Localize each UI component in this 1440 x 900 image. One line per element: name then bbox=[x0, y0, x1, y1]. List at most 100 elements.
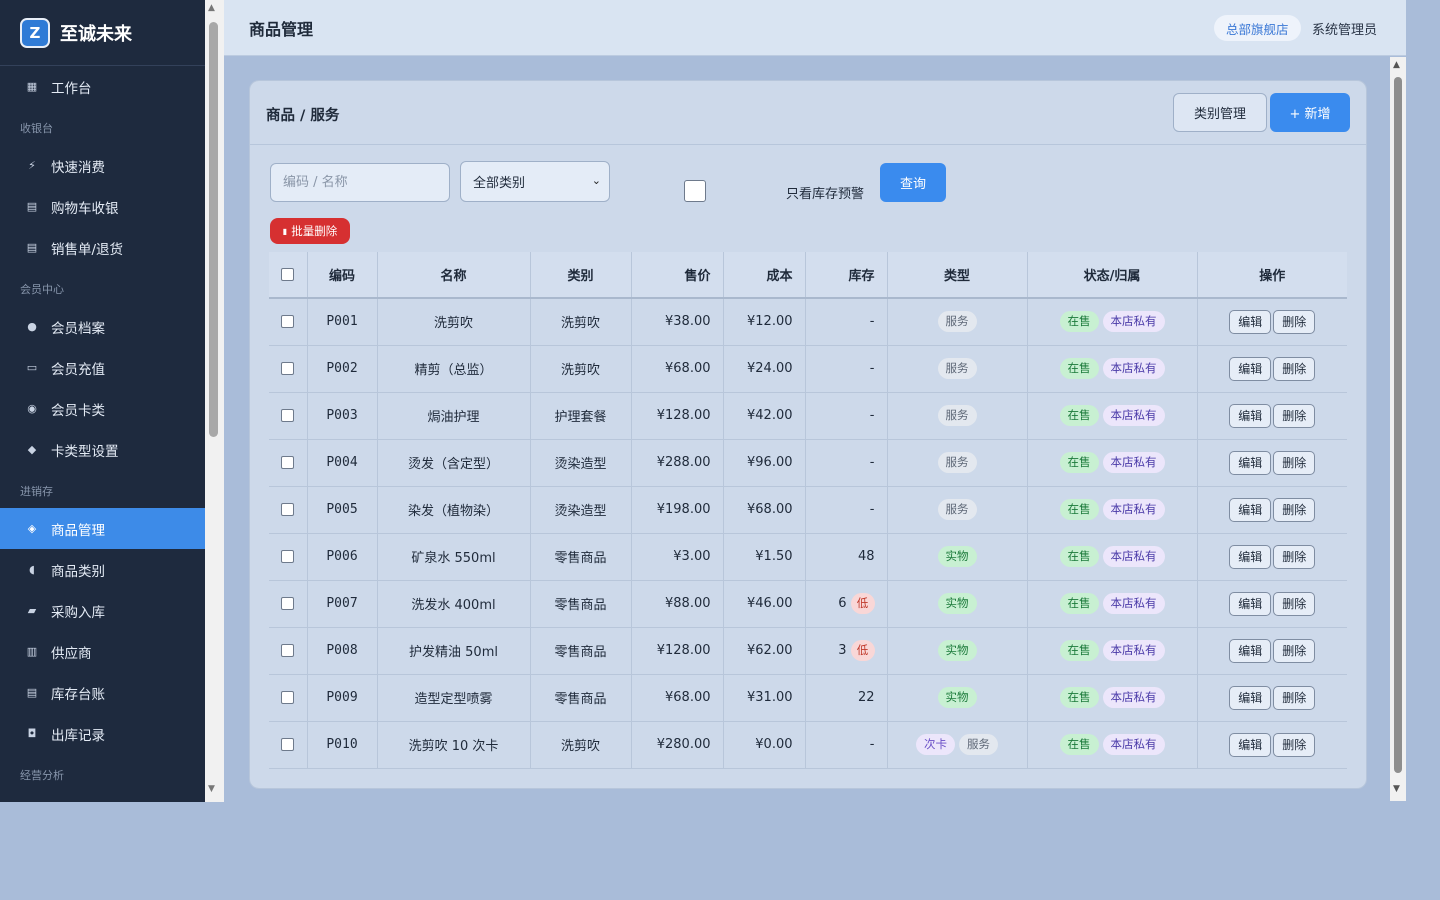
store-chip[interactable]: 总部旗舰店 bbox=[1214, 15, 1301, 41]
main-scroll-thumb[interactable] bbox=[1394, 77, 1402, 773]
cell-cost: ¥96.00 bbox=[723, 439, 806, 487]
select-all-checkbox[interactable] bbox=[281, 268, 295, 281]
row-checkbox[interactable] bbox=[281, 315, 295, 329]
sidebar-item[interactable]: ◖ 商品类别 bbox=[0, 549, 205, 590]
sidebar-item[interactable]: ▦ 工作台 bbox=[0, 66, 205, 107]
cell-status: 在售 本店私有 bbox=[1027, 392, 1198, 440]
row-checkbox[interactable] bbox=[281, 550, 295, 563]
delete-button[interactable]: 删除 bbox=[1273, 685, 1316, 710]
sidebar-item-label: 商品类别 bbox=[51, 563, 105, 580]
cell-code: P008 bbox=[307, 627, 378, 675]
cell-price: ¥128.00 bbox=[631, 392, 724, 440]
main-scrollbar[interactable]: ▲ ▼ bbox=[1390, 57, 1406, 801]
search-input[interactable] bbox=[270, 163, 450, 202]
query-button[interactable]: 查询 bbox=[880, 163, 946, 202]
category-manage-button[interactable]: 类别管理 bbox=[1173, 93, 1267, 132]
row-select-cell bbox=[269, 345, 308, 393]
cell-actions: 编辑 删除 bbox=[1197, 627, 1347, 675]
edit-button[interactable]: 编辑 bbox=[1229, 544, 1272, 569]
delete-button[interactable]: 删除 bbox=[1273, 356, 1316, 381]
sidebar-item[interactable]: ▥ 供应商 bbox=[0, 631, 205, 672]
col-header-price: 售价 bbox=[631, 252, 724, 299]
scroll-up-arrow-icon[interactable]: ▲ bbox=[208, 3, 215, 13]
sidebar-item[interactable]: ◉ 会员卡类 bbox=[0, 388, 205, 429]
edit-button[interactable]: 编辑 bbox=[1229, 591, 1272, 616]
sidebar-item[interactable]: ▰ 采购入库 bbox=[0, 590, 205, 631]
sidebar-scroll-thumb[interactable] bbox=[209, 22, 218, 437]
edit-button[interactable]: 编辑 bbox=[1229, 403, 1272, 428]
sidebar-group-title: 会员中心 bbox=[20, 283, 64, 296]
brand-logo: Z bbox=[20, 17, 50, 48]
category-select[interactable]: 全部类别 ⌄ bbox=[460, 161, 610, 202]
chevron-down-icon: ⌄ bbox=[591, 174, 601, 187]
row-checkbox[interactable] bbox=[281, 644, 295, 657]
sidebar-item[interactable]: ▤ 销售单/退货 bbox=[0, 227, 205, 268]
delete-button[interactable]: 删除 bbox=[1273, 638, 1316, 663]
cell-actions: 编辑 删除 bbox=[1197, 580, 1347, 628]
scroll-up-arrow-icon[interactable]: ▲ bbox=[1393, 60, 1400, 70]
delete-button[interactable]: 删除 bbox=[1273, 732, 1316, 757]
cell-code: P003 bbox=[307, 392, 378, 440]
edit-button[interactable]: 编辑 bbox=[1229, 309, 1272, 334]
delete-button[interactable]: 删除 bbox=[1273, 450, 1316, 475]
type-badge: 服务 bbox=[937, 452, 977, 473]
row-checkbox[interactable] bbox=[281, 503, 295, 516]
delete-button[interactable]: 删除 bbox=[1273, 544, 1316, 569]
scroll-down-arrow-icon[interactable]: ▼ bbox=[1393, 784, 1400, 794]
table-row: P003 焗油护理 护理套餐 ¥128.00 ¥42.00- 服务 在售 本店私有 编辑 删除 bbox=[269, 392, 1347, 440]
sidebar-item[interactable]: ▭ 会员充值 bbox=[0, 347, 205, 388]
cell-type: 服务 bbox=[887, 486, 1028, 534]
row-checkbox[interactable] bbox=[281, 738, 295, 751]
row-checkbox[interactable] bbox=[281, 362, 295, 375]
cell-category: 零售商品 bbox=[530, 533, 632, 581]
cell-type: 实物 bbox=[887, 533, 1028, 581]
sidebar-item[interactable]: ◘ 出库记录 bbox=[0, 713, 205, 754]
edit-button[interactable]: 编辑 bbox=[1229, 497, 1272, 522]
delete-button[interactable]: 删除 bbox=[1273, 497, 1316, 522]
type-badge: 服务 bbox=[959, 734, 998, 755]
cell-cost: ¥68.00 bbox=[723, 486, 806, 534]
sidebar-item[interactable]: ◈ 商品管理 bbox=[0, 508, 205, 549]
scroll-down-arrow-icon[interactable]: ▼ bbox=[208, 784, 215, 794]
cell-price: ¥128.00 bbox=[631, 627, 724, 675]
row-checkbox[interactable] bbox=[281, 456, 295, 469]
edit-button[interactable]: 编辑 bbox=[1229, 356, 1272, 381]
truck-icon: ▰ bbox=[27, 604, 37, 617]
medal-icon: ◉ bbox=[27, 402, 37, 415]
bulk-delete-button[interactable]: ▮ 批量删除 bbox=[270, 218, 350, 244]
cell-price: ¥198.00 bbox=[631, 486, 724, 534]
stock-warning-checkbox[interactable] bbox=[684, 180, 706, 202]
user-name[interactable]: 系统管理员 bbox=[1312, 19, 1377, 38]
cell-cost: ¥31.00 bbox=[723, 674, 806, 722]
edit-button[interactable]: 编辑 bbox=[1229, 450, 1272, 475]
edit-button[interactable]: 编辑 bbox=[1229, 638, 1272, 663]
sidebar-item[interactable]: ● 会员档案 bbox=[0, 306, 205, 347]
add-product-button[interactable]: + 新增 bbox=[1270, 93, 1350, 132]
cell-code: P006 bbox=[307, 533, 378, 581]
receipt-icon: ▤ bbox=[26, 241, 38, 254]
delete-button[interactable]: 删除 bbox=[1273, 309, 1316, 334]
sidebar-item[interactable]: ▤ 购物车收银 bbox=[0, 186, 205, 227]
sidebar-item[interactable]: ▤ 库存台账 bbox=[0, 672, 205, 713]
table-row: P002 精剪（总监） 洗剪吹 ¥68.00 ¥24.00- 服务 在售 本店私有 编辑 删除 bbox=[269, 345, 1347, 393]
row-checkbox[interactable] bbox=[281, 691, 295, 704]
table-row: P006 矿泉水 550ml 零售商品 ¥3.00 ¥1.50 48 实物 在售 本店私有 编辑删… bbox=[269, 533, 1347, 581]
cell-stock: - bbox=[805, 486, 888, 534]
delete-button[interactable]: 删除 bbox=[1273, 403, 1316, 428]
sidebar-scrollbar[interactable]: ▲ ▼ bbox=[205, 0, 224, 802]
row-checkbox[interactable] bbox=[281, 597, 295, 610]
row-checkbox[interactable] bbox=[281, 409, 295, 422]
stock-value: - bbox=[869, 361, 875, 376]
status-badge: 在售 bbox=[1059, 546, 1099, 567]
edit-button[interactable]: 编辑 bbox=[1229, 685, 1272, 710]
cell-stock: - bbox=[805, 298, 888, 346]
cell-category: 零售商品 bbox=[530, 674, 632, 722]
cell-status: 在售 本店私有 bbox=[1027, 721, 1198, 769]
sidebar-item[interactable]: ◆ 卡类型设置 bbox=[0, 429, 205, 470]
delete-button[interactable]: 删除 bbox=[1273, 591, 1316, 616]
col-header-stock: 库存 bbox=[805, 252, 888, 299]
edit-button[interactable]: 编辑 bbox=[1229, 732, 1272, 757]
sidebar-item[interactable]: ⚡ 快速消费 bbox=[0, 145, 205, 186]
stock-value: - bbox=[869, 314, 875, 330]
table-row: P010 洗剪吹 10 次卡 洗剪吹 ¥280.00 ¥0.00- 次卡 服务 在售 本店私有编… bbox=[269, 721, 1347, 769]
